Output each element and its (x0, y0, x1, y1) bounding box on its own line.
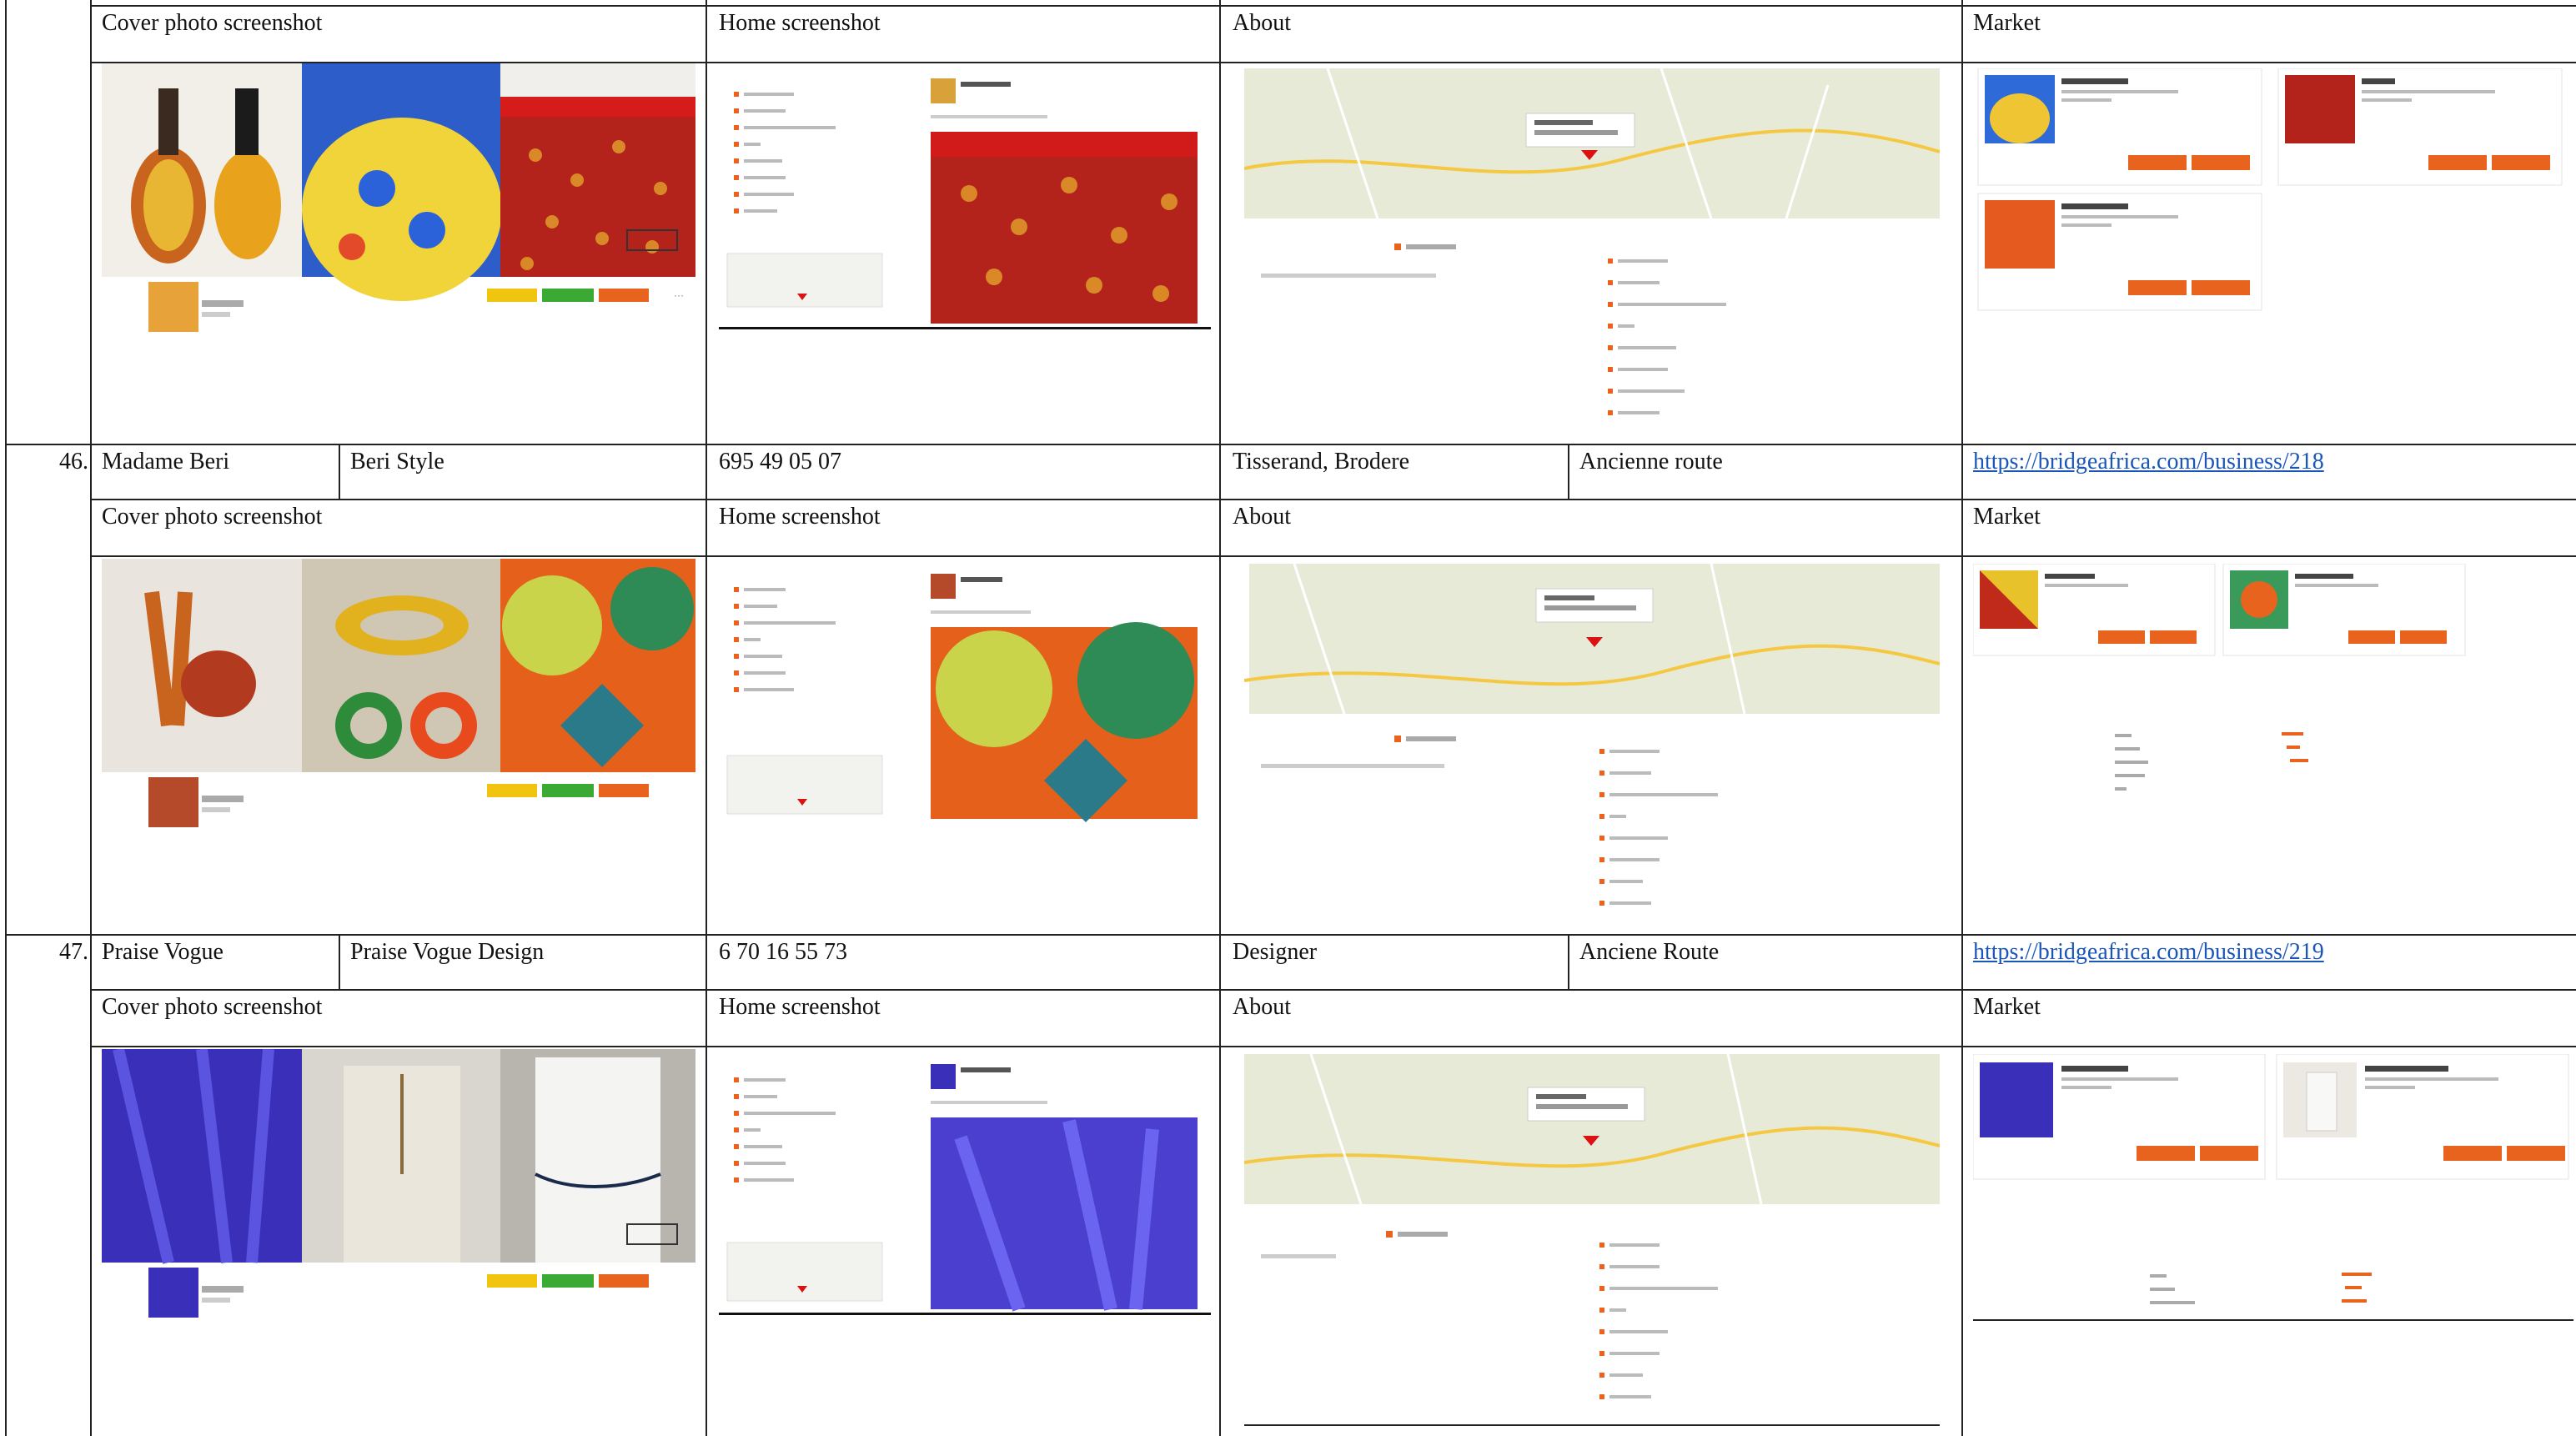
cover-screenshot (102, 1049, 695, 1324)
about-label: About (1233, 994, 1291, 1020)
cell-divider (1568, 444, 1569, 499)
market-screenshot (1973, 68, 2573, 319)
phone-number: 695 49 05 07 (719, 449, 841, 474)
cover-photo-collage: ··· (102, 63, 695, 332)
home-label: Home screenshot (719, 504, 881, 530)
cell-divider (1568, 934, 1569, 989)
phone-number: 6 70 16 55 73 (719, 939, 847, 965)
cover-label: Cover photo screenshot (102, 504, 323, 530)
about-screenshot (1244, 1054, 1940, 1426)
business-name: Praise Vogue Design (350, 939, 545, 965)
row-border (5, 444, 2576, 445)
business-location: Ancienne route (1579, 449, 1723, 474)
market-screenshot (1973, 564, 2573, 814)
cover-label: Cover photo screenshot (102, 994, 323, 1020)
cover-screenshot (102, 559, 695, 834)
row-border (90, 5, 2576, 7)
business-url-link[interactable]: https://bridgeafrica.com/business/219 (1973, 939, 2324, 966)
market-screenshot (1973, 1054, 2573, 1329)
market-label: Market (1973, 504, 2041, 530)
about-screenshot (1244, 68, 1940, 435)
cover-screenshot: ··· (102, 63, 695, 339)
row-border (90, 555, 2576, 557)
business-location: Anciene Route (1579, 939, 1720, 965)
owner-name: Praise Vogue (102, 939, 223, 965)
column-divider (706, 0, 707, 1436)
row-number: 47. (59, 939, 88, 965)
table-border-left (5, 0, 7, 1436)
about-screenshot (1244, 564, 1940, 934)
home-screenshot (719, 68, 1211, 329)
row-number: 46. (59, 449, 88, 474)
row-border (90, 1046, 2576, 1047)
cover-label: Cover photo screenshot (102, 10, 323, 36)
home-screenshot (719, 564, 1211, 822)
cell-divider (339, 934, 340, 989)
column-divider (1961, 0, 1963, 1436)
about-label: About (1233, 10, 1291, 36)
column-divider (90, 0, 92, 1436)
business-category: Designer (1233, 939, 1318, 965)
home-screenshot (719, 1054, 1211, 1315)
about-label: About (1233, 504, 1291, 530)
business-name: Beri Style (350, 449, 444, 474)
svg-text:···: ··· (674, 289, 684, 301)
business-category: Tisserand, Brodere (1233, 449, 1410, 474)
row-border (90, 989, 2576, 991)
row-border (5, 934, 2576, 936)
market-label: Market (1973, 10, 2041, 36)
column-divider (1219, 0, 1221, 1436)
home-label: Home screenshot (719, 10, 881, 36)
market-label: Market (1973, 994, 2041, 1020)
row-border (90, 499, 2576, 500)
document-page: Cover photo screenshot Home screenshot A… (0, 0, 2576, 1436)
owner-name: Madame Beri (102, 449, 230, 474)
home-label: Home screenshot (719, 994, 881, 1020)
business-url-link[interactable]: https://bridgeafrica.com/business/218 (1973, 449, 2324, 475)
cell-divider (339, 444, 340, 499)
